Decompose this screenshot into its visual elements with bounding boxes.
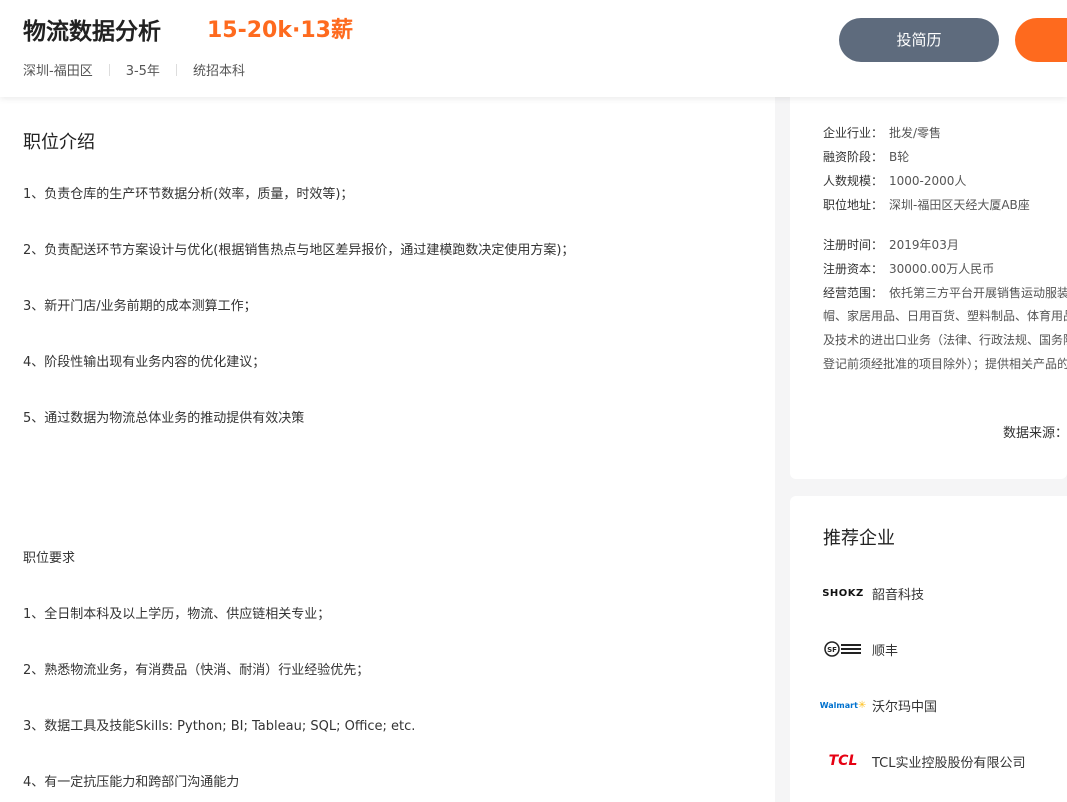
submit-resume-button[interactable]: 投简历	[839, 18, 999, 62]
requirement-item: 3、数据工具及技能Skills: Python; BI; Tableau; SQ…	[23, 719, 416, 734]
sf-logo-svg: SF	[824, 641, 861, 657]
duty-item: 2、负责配送环节方案设计与优化(根据销售热点与地区差异报价，通过建模跑数决定使用…	[23, 243, 575, 258]
recommended-companies-card: 推荐企业 SHOKZ 韶音科技 SF 顺丰 Walmart ✳ 沃尔玛中国 TCL…	[790, 496, 1067, 802]
company-name: 沃尔玛中国	[872, 699, 938, 715]
info-label: 人数规模：	[823, 174, 884, 188]
salary: 15-20k·13薪	[207, 18, 353, 43]
company-name: 顺丰	[872, 643, 899, 659]
requirement-item: 2、熟悉物流业务，有消费品（快消、耐消）行业经验优先；	[23, 663, 370, 678]
data-source: 数据来源：	[1003, 426, 1067, 441]
shokz-logo-icon: SHOKZ	[822, 579, 864, 607]
info-value[interactable]: 深圳-福田区天经大厦AB座	[889, 198, 1030, 212]
job-location: 深圳-福田区	[23, 64, 93, 79]
company-info-card: 企业行业： 批发/零售 融资阶段： B轮 人数规模： 1000-2000人 职位地址：…	[790, 97, 1067, 479]
scope-line: 及技术的进出口业务（法律、行政法规、国务院	[823, 333, 1067, 347]
scope-line: 帽、家居用品、日用百货、塑料制品、体育用品	[823, 309, 1067, 323]
info-row-industry: 企业行业： 批发/零售	[823, 124, 941, 141]
recommend-title: 推荐企业	[823, 528, 895, 549]
info-value: 批发/零售	[889, 126, 942, 140]
requirement-item: 1、全日制本科及以上学历，物流、供应链相关专业；	[23, 607, 331, 622]
company-item-walmart[interactable]: Walmart ✳ 沃尔玛中国	[819, 691, 938, 719]
info-row-business-scope: 经营范围： 依托第三方平台开展销售运动服装	[823, 284, 1067, 301]
job-experience: 3-5年	[125, 64, 160, 79]
logo-text: SHOKZ	[822, 587, 864, 599]
company-item-shokz[interactable]: SHOKZ 韶音科技	[822, 579, 925, 607]
company-item-sf[interactable]: SF 顺丰	[823, 635, 898, 663]
chat-button[interactable]	[1015, 18, 1067, 62]
info-row-address: 职位地址： 深圳-福田区天经大厦AB座	[823, 196, 1030, 213]
tcl-logo-icon: TCL	[823, 747, 863, 775]
info-value: B轮	[889, 150, 910, 164]
duty-item: 1、负责仓库的生产环节数据分析(效率，质量，时效等)；	[23, 187, 354, 202]
info-label: 注册资本：	[823, 262, 884, 276]
scope-line: 登记前须经批准的项目除外）；提供相关产品的	[823, 357, 1067, 371]
job-description-panel: 职位介绍 1、负责仓库的生产环节数据分析(效率，质量，时效等)； 2、负责配送环…	[0, 97, 775, 802]
company-name: TCL实业控股股份有限公司	[872, 755, 1026, 771]
duty-item: 5、通过数据为物流总体业务的推动提供有效决策	[23, 411, 305, 426]
info-row-registered-capital: 注册资本： 30000.00万人民币	[823, 260, 994, 277]
job-education: 统招本科	[192, 64, 245, 79]
info-row-registered-date: 注册时间： 2019年03月	[823, 236, 959, 253]
requirements-title: 职位要求	[23, 551, 76, 566]
job-title: 物流数据分析	[23, 19, 161, 45]
info-value: 30000.00万人民币	[889, 262, 995, 276]
sf-express-logo-icon: SF	[823, 635, 863, 663]
svg-text:SF: SF	[827, 646, 837, 654]
job-header: 物流数据分析 15-20k·13薪 深圳-福田区 3-5年 统招本科 投简历	[0, 0, 1067, 97]
info-label: 融资阶段：	[823, 150, 884, 164]
company-item-tcl[interactable]: TCL TCL实业控股股份有限公司	[823, 747, 1026, 775]
info-label: 企业行业：	[823, 126, 884, 140]
info-value: 1000-2000人	[889, 174, 967, 188]
requirement-item: 4、有一定抗压能力和跨部门沟通能力	[23, 775, 240, 790]
info-value: 依托第三方平台开展销售运动服装	[889, 286, 1067, 300]
walmart-logo-icon: Walmart ✳	[819, 699, 867, 711]
logo-text: Walmart	[819, 700, 858, 710]
description-title: 职位介绍	[23, 132, 95, 153]
job-meta: 深圳-福田区 3-5年 统招本科	[23, 60, 245, 79]
company-name: 韶音科技	[872, 587, 925, 603]
logo-text: TCL	[828, 753, 858, 769]
duty-item: 4、阶段性输出现有业务内容的优化建议；	[23, 355, 266, 370]
info-label: 注册时间：	[823, 238, 884, 252]
info-row-funding: 融资阶段： B轮	[823, 148, 909, 165]
business-scope-text: 帽、家居用品、日用百货、塑料制品、体育用品 及技术的进出口业务（法律、行政法规、…	[823, 304, 1067, 376]
info-label: 职位地址：	[823, 198, 884, 212]
info-value: 2019年03月	[889, 238, 959, 252]
duty-item: 3、新开门店/业务前期的成本测算工作；	[23, 299, 257, 314]
info-label: 经营范围：	[823, 286, 884, 300]
divider	[108, 63, 110, 76]
divider	[175, 63, 177, 76]
info-row-size: 人数规模： 1000-2000人	[823, 172, 966, 189]
